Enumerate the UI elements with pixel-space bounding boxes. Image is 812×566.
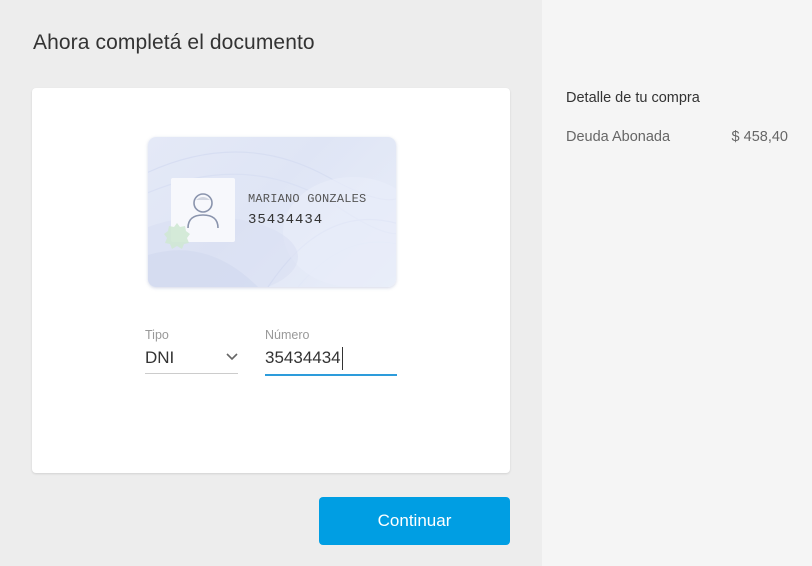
page-title: Ahora completá el documento [33,31,315,54]
purchase-summary-sidebar: Detalle de tu compra Deuda Abonada $ 458… [542,0,812,566]
document-type-value: DNI [145,348,175,367]
chevron-down-icon [226,353,238,361]
summary-title: Detalle de tu compra [566,90,700,106]
seal-icon [164,223,190,249]
continue-button[interactable]: Continuar [319,497,510,545]
id-card-name: MARIANO GONZALES [248,192,367,206]
main-panel: Ahora completá el documento MARIANO GONZ… [0,0,542,566]
id-card-number: 35434434 [248,212,324,228]
id-card-preview: MARIANO GONZALES 35434434 [148,137,396,287]
text-caret [341,347,343,370]
document-type-select[interactable]: DNI [145,346,238,374]
document-form-card: MARIANO GONZALES 35434434 Tipo Número DN… [32,88,510,473]
summary-item-amount: $ 458,40 [731,129,788,145]
summary-item-label: Deuda Abonada [566,129,671,145]
document-number-input[interactable] [265,346,397,376]
numero-label: Número [265,328,310,342]
tipo-label: Tipo [145,328,169,342]
